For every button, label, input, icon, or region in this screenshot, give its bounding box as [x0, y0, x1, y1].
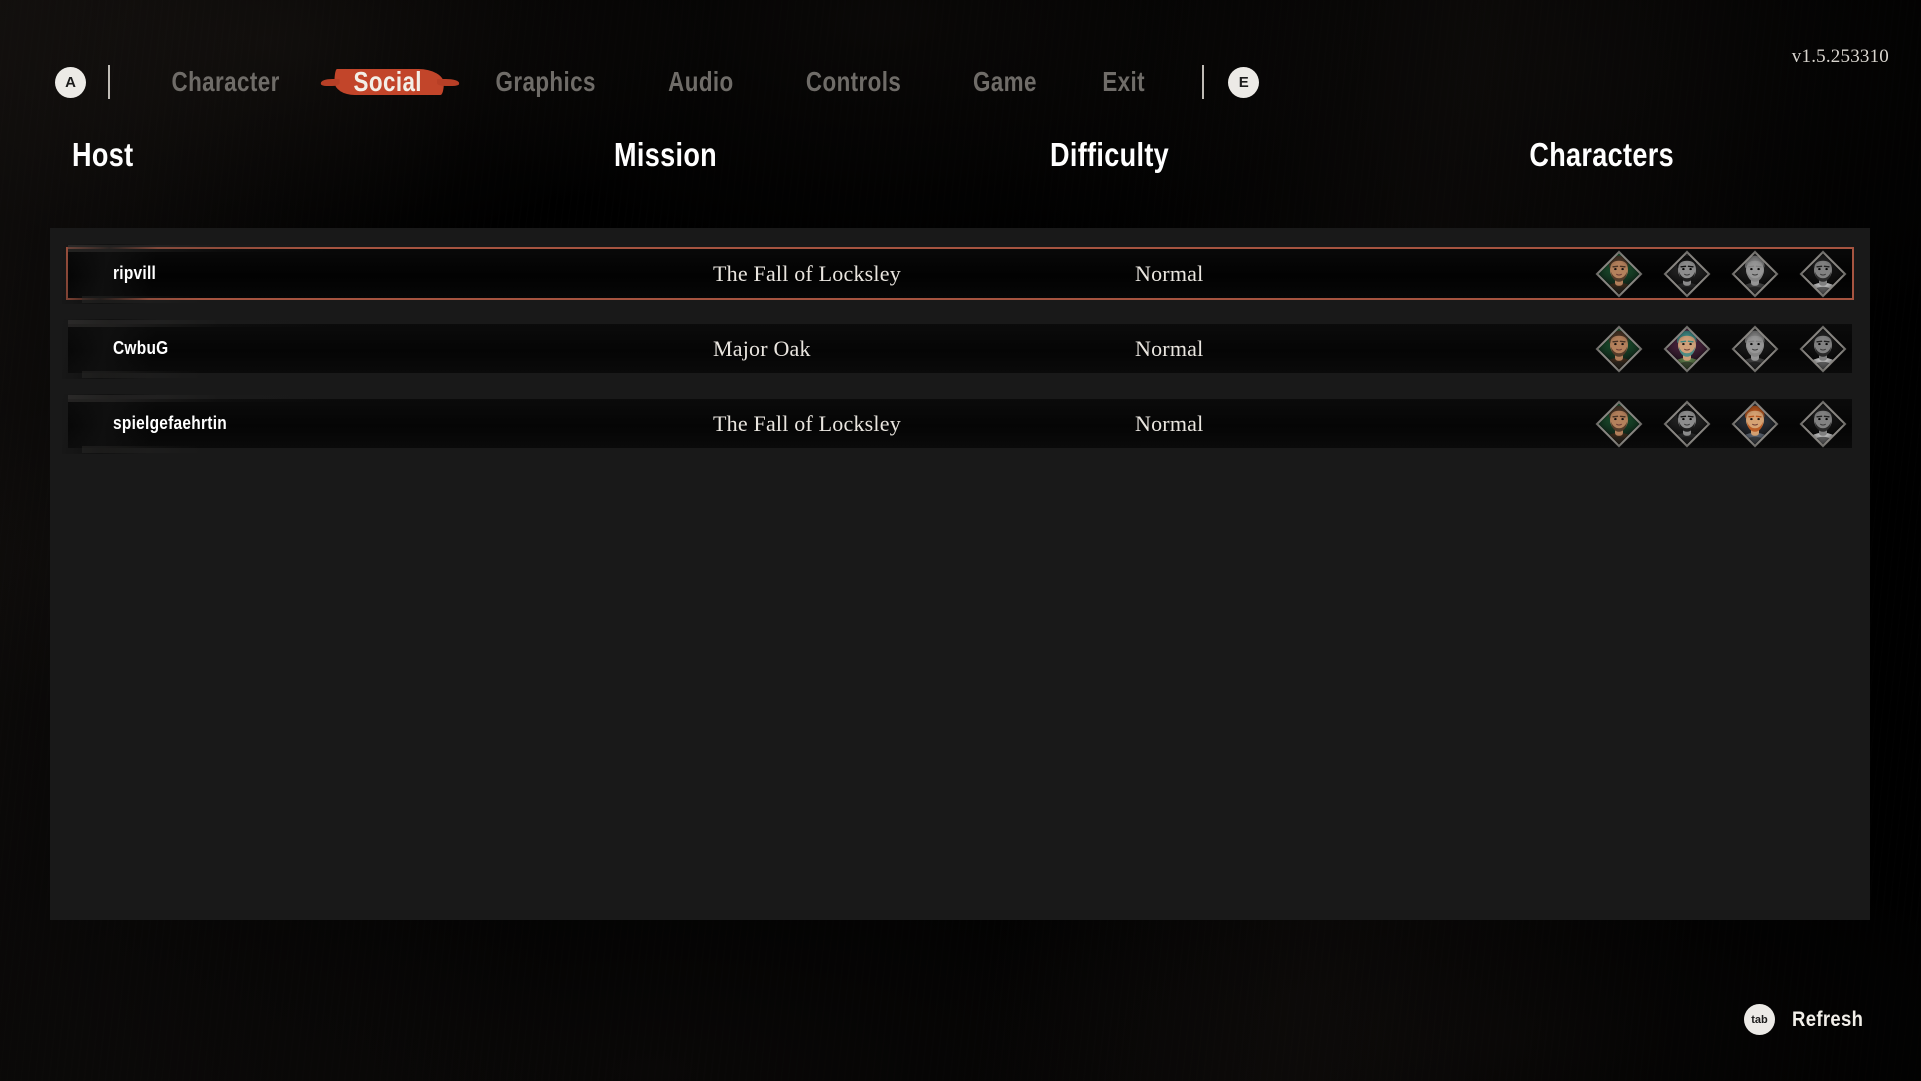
lobby-host-name: CwbuG: [113, 338, 169, 358]
character-portrait-ranger-green: [1595, 250, 1643, 297]
portrait-diamond-frame: [1595, 325, 1643, 372]
lobby-difficulty: Normal: [1135, 260, 1204, 286]
character-portrait-knight-grey: [1731, 250, 1779, 297]
portrait-image: [1663, 325, 1711, 372]
refresh-hint[interactable]: tab Refresh: [1744, 1004, 1873, 1035]
portrait-image: [1799, 250, 1847, 297]
refresh-label: Refresh: [1792, 1007, 1864, 1031]
row-smear-top: [68, 245, 328, 252]
column-headers: Host Mission Difficulty Characters: [0, 136, 1921, 180]
portrait-diamond-frame: [1663, 250, 1711, 297]
lobby-difficulty: Normal: [1135, 410, 1204, 436]
portrait-diamond-frame: [1663, 400, 1711, 447]
portrait-diamond-frame: [1663, 325, 1711, 372]
nav-prev-key-badge[interactable]: A: [55, 66, 86, 98]
portrait-diamond-frame: [1595, 400, 1643, 447]
row-smear-top: [68, 320, 328, 327]
portrait-diamond-frame: [1799, 400, 1847, 447]
nav-tab-label: Game: [973, 66, 1037, 97]
lobby-host-name: ripvill: [113, 263, 157, 283]
character-portrait-friar-tuck: [1799, 250, 1847, 297]
row-smear-bottom: [82, 371, 202, 378]
portrait-image: [1595, 250, 1643, 297]
nav-tab-exit[interactable]: Exit: [1081, 66, 1165, 98]
lobby-character-slots: [1595, 250, 1847, 297]
character-portrait-scout-female: [1663, 325, 1711, 372]
lobby-rows: ripvill The Fall of Locksley Normal Cwbu…: [62, 228, 1854, 474]
column-header-host: Host: [72, 136, 134, 173]
nav-tab-social[interactable]: Social: [321, 66, 461, 98]
portrait-image: [1731, 400, 1779, 447]
nav-tab-label: Character: [171, 66, 280, 97]
lobby-character-slots: [1595, 325, 1847, 372]
tab-key-badge[interactable]: tab: [1744, 1004, 1775, 1035]
column-header-mission: Mission: [614, 136, 718, 173]
nav-tab-graphics[interactable]: Graphics: [474, 66, 616, 98]
lobby-row[interactable]: CwbuG Major Oak Normal: [62, 319, 1852, 379]
nav-tab-audio[interactable]: Audio: [647, 66, 754, 98]
lobby-host-name: spielgefaehrtin: [113, 413, 227, 433]
character-portrait-knight-grey: [1731, 325, 1779, 372]
nav-tab-label: Graphics: [495, 66, 596, 97]
lobby-character-slots: [1595, 400, 1847, 447]
portrait-diamond-frame: [1799, 325, 1847, 372]
character-portrait-ranger-green: [1595, 325, 1643, 372]
column-header-characters: Characters: [1529, 136, 1674, 173]
nav-next-key-badge[interactable]: E: [1228, 66, 1260, 98]
portrait-image: [1663, 250, 1711, 297]
nav-tab-label: Audio: [668, 66, 734, 97]
portrait-image: [1595, 325, 1643, 372]
nav-tab-character[interactable]: Character: [151, 66, 301, 98]
version-label: v1.5.253310: [1791, 46, 1889, 67]
lobby-list-panel: ripvill The Fall of Locksley Normal Cwbu…: [50, 228, 1870, 920]
row-smear-top: [68, 395, 328, 402]
character-portrait-ranger-green: [1595, 400, 1643, 447]
character-portrait-scout-female: [1663, 250, 1711, 297]
character-portrait-friar-tuck: [1799, 400, 1847, 447]
portrait-image: [1595, 400, 1643, 447]
lobby-row-selected[interactable]: ripvill The Fall of Locksley Normal: [62, 244, 1854, 304]
portrait-diamond-frame: [1731, 400, 1779, 447]
lobby-mission-name: Major Oak: [713, 335, 811, 361]
nav-tab-label: Social: [353, 66, 423, 97]
settings-social-screen: v1.5.253310 A Character Social Graphics Aud…: [0, 0, 1921, 1081]
portrait-diamond-frame: [1595, 250, 1643, 297]
settings-nav: A Character Social Graphics Audio Controls Ga…: [55, 60, 1260, 104]
column-header-difficulty: Difficulty: [1050, 136, 1170, 173]
portrait-image: [1731, 250, 1779, 297]
nav-tab-label: Controls: [805, 66, 902, 97]
portrait-image: [1799, 400, 1847, 447]
lobby-difficulty: Normal: [1135, 335, 1204, 361]
nav-tab-label: Exit: [1102, 66, 1145, 97]
portrait-diamond-frame: [1731, 250, 1779, 297]
lobby-mission-name: The Fall of Locksley: [713, 260, 901, 286]
nav-tab-controls[interactable]: Controls: [785, 66, 922, 98]
nav-divider-left: [108, 65, 110, 99]
lobby-row[interactable]: spielgefaehrtin The Fall of Locksley Norma…: [62, 394, 1852, 454]
portrait-diamond-frame: [1799, 250, 1847, 297]
portrait-diamond-frame: [1731, 325, 1779, 372]
row-smear-bottom: [82, 446, 202, 453]
character-portrait-scout-female: [1663, 400, 1711, 447]
lobby-mission-name: The Fall of Locksley: [713, 410, 901, 436]
portrait-image: [1731, 325, 1779, 372]
row-smear-bottom: [82, 296, 202, 303]
portrait-image: [1663, 400, 1711, 447]
character-portrait-knight-ginger: [1731, 400, 1779, 447]
nav-tab-game[interactable]: Game: [952, 66, 1057, 98]
portrait-image: [1799, 325, 1847, 372]
nav-divider-right: [1202, 65, 1205, 99]
character-portrait-friar-tuck: [1799, 325, 1847, 372]
